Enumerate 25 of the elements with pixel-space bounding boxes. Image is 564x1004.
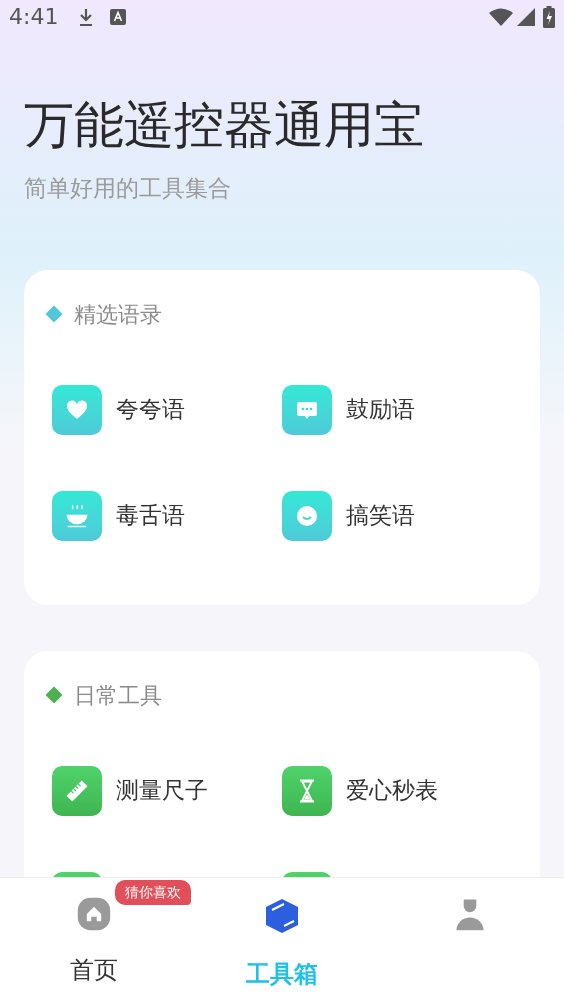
wifi-icon xyxy=(489,7,513,26)
tool-icon xyxy=(52,490,102,541)
battery-icon xyxy=(543,5,555,28)
home-icon xyxy=(76,896,112,932)
tool-icon xyxy=(52,384,102,435)
tool-item[interactable]: 爱心秒表 xyxy=(282,765,512,816)
tool-item[interactable]: 毒舌语 xyxy=(52,490,282,541)
tool-icon xyxy=(282,384,332,435)
tool-item[interactable]: 测量尺子 xyxy=(52,765,282,816)
tool-icon xyxy=(52,765,102,816)
badge: 猜你喜欢 xyxy=(115,880,191,905)
tool-icon xyxy=(282,765,332,816)
tool-icon xyxy=(282,490,332,541)
keyboard-icon xyxy=(110,8,127,25)
app-title: 万能遥控器通用宝 xyxy=(24,95,425,156)
section-title: 日常工具 xyxy=(74,681,162,710)
nav-tab[interactable]: 猜你喜欢 首页 xyxy=(0,878,188,1004)
section-title: 精选语录 xyxy=(74,300,162,329)
tool-item[interactable]: 搞笑语 xyxy=(282,490,512,541)
tool-item[interactable]: 夸夸语 xyxy=(52,384,282,435)
tool-item[interactable]: 鼓励语 xyxy=(282,384,512,435)
download-icon xyxy=(78,6,95,27)
signal-icon xyxy=(517,7,535,26)
status-time: 4:41 xyxy=(9,3,59,31)
app-subtitle: 简单好用的工具集合 xyxy=(24,174,232,203)
